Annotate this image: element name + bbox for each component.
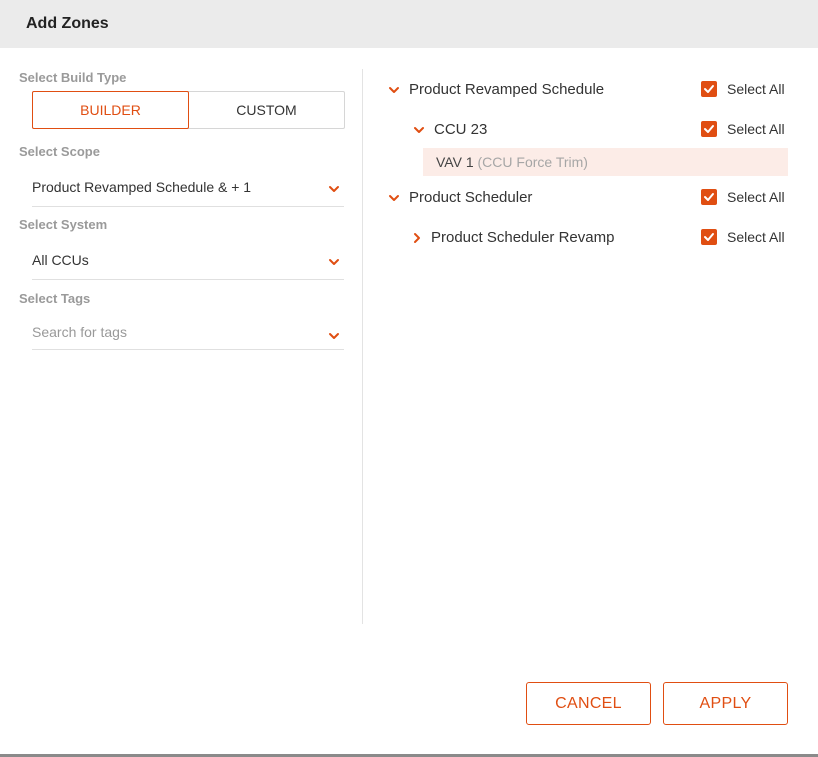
checkbox[interactable]	[701, 229, 717, 245]
checkbox[interactable]	[701, 81, 717, 97]
tags-search-input[interactable]: Search for tags	[32, 316, 344, 350]
check-icon	[704, 125, 714, 133]
select-all-label: Select All	[727, 121, 785, 137]
cancel-button[interactable]: CANCEL	[526, 682, 651, 725]
chevron-down-icon[interactable]	[388, 192, 400, 204]
panel-divider	[362, 69, 363, 624]
tree-node-label: Product Revamped Schedule	[409, 81, 605, 98]
check-icon	[704, 193, 714, 201]
system-label: Select System	[19, 217, 108, 232]
leaf-subtitle: (CCU Force Trim)	[477, 154, 588, 170]
select-all-label: Select All	[727, 81, 785, 97]
select-all-label: Select All	[727, 189, 785, 205]
chevron-down-icon	[329, 333, 339, 339]
scope-value: Product Revamped Schedule & + 1	[32, 179, 252, 195]
system-dropdown[interactable]: All CCUs	[32, 244, 344, 280]
dialog-title: Add Zones	[26, 15, 109, 32]
build-type-toggle: BUILDER CUSTOM	[32, 91, 345, 129]
system-value: All CCUs	[32, 252, 89, 268]
tags-placeholder: Search for tags	[32, 324, 127, 340]
apply-button[interactable]: APPLY	[663, 682, 788, 725]
checkbox[interactable]	[701, 189, 717, 205]
chevron-right-icon[interactable]	[411, 232, 423, 244]
select-all-checkbox[interactable]: Select All	[701, 228, 785, 246]
chevron-down-icon	[329, 259, 339, 265]
leaf-label: VAV 1 (CCU Force Trim)	[436, 154, 588, 170]
tags-label: Select Tags	[19, 291, 91, 306]
checkbox[interactable]	[701, 121, 717, 137]
select-all-checkbox[interactable]: Select All	[701, 80, 785, 98]
chevron-down-icon[interactable]	[388, 84, 400, 96]
tree-node-label: Product Scheduler Revamp	[431, 229, 615, 246]
select-all-label: Select All	[727, 229, 785, 245]
tree-node-label: Product Scheduler	[409, 189, 533, 206]
tree-leaf-vav-1[interactable]: VAV 1 (CCU Force Trim)	[423, 148, 788, 176]
custom-option[interactable]: CUSTOM	[189, 92, 344, 128]
select-all-checkbox[interactable]: Select All	[701, 188, 785, 206]
builder-option[interactable]: BUILDER	[32, 91, 189, 129]
tree-node-label: CCU 23	[434, 121, 488, 138]
scope-dropdown[interactable]: Product Revamped Schedule & + 1	[32, 171, 344, 207]
leaf-name: VAV 1	[436, 154, 474, 170]
check-icon	[704, 85, 714, 93]
check-icon	[704, 233, 714, 241]
dialog-header: Add Zones	[0, 0, 818, 48]
chevron-down-icon[interactable]	[413, 124, 425, 136]
select-all-checkbox[interactable]: Select All	[701, 120, 785, 138]
build-type-label: Select Build Type	[19, 70, 127, 85]
chevron-down-icon	[329, 186, 339, 192]
scope-label: Select Scope	[19, 144, 100, 159]
